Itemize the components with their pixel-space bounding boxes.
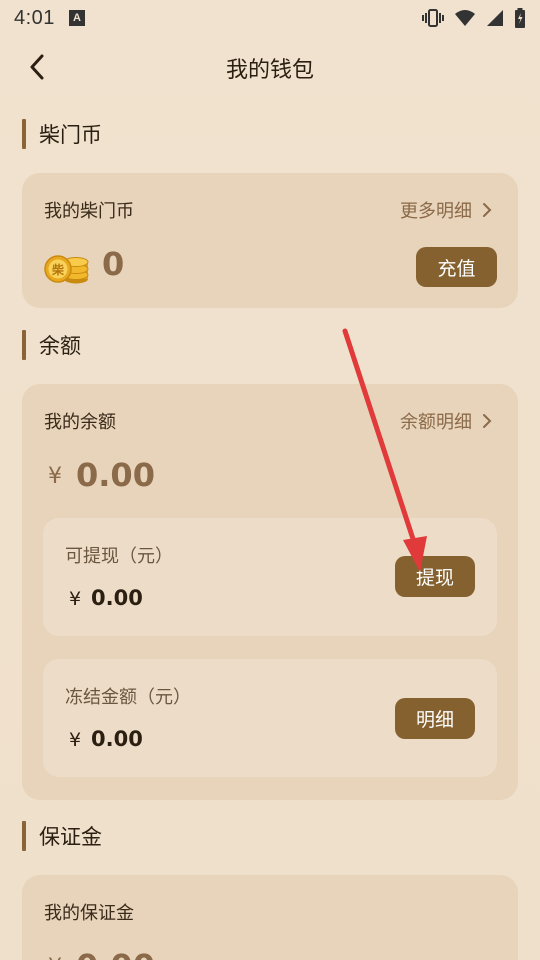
section-deposit-title: 保证金 — [39, 825, 102, 849]
withdrawable-card: 可提现（元） ¥ 0.00 提现 — [43, 518, 497, 636]
coins-more-details-label: 更多明细 — [400, 201, 472, 222]
frozen-label: 冻结金额（元） — [65, 687, 191, 708]
deposit-card: 我的保证金 ¥ 0.00 — [22, 875, 518, 960]
balance-currency: ¥ — [48, 464, 62, 489]
battery-icon — [515, 8, 525, 28]
recharge-button[interactable]: 充值 — [416, 247, 497, 287]
withdrawable-currency: ¥ — [69, 588, 82, 610]
wifi-icon — [455, 10, 475, 26]
status-bar: 4:01 A — [0, 0, 540, 36]
page-title: 我的钱包 — [225, 58, 314, 83]
balance-card-label: 我的余额 — [44, 412, 116, 433]
section-coins: 柴门币 — [22, 118, 102, 150]
coin-stack-icon: 柴 — [44, 255, 89, 284]
frozen-card: 冻结金额（元） ¥ 0.00 明细 — [43, 659, 497, 777]
status-time: 4:01 — [14, 6, 55, 29]
balance-card: 我的余额 余额明细 ¥ 0.00 可提现（元） ¥ 0.00 提现 冻结金额（元… — [22, 384, 518, 800]
frozen-currency: ¥ — [69, 729, 82, 751]
a-icon: A — [68, 10, 85, 26]
deposit-amount: 0.00 — [76, 947, 155, 960]
balance-details-label: 余额明细 — [400, 412, 472, 433]
withdraw-button[interactable]: 提现 — [395, 556, 475, 597]
section-bar — [22, 821, 26, 851]
section-bar — [22, 330, 26, 360]
balance-details-link[interactable]: 余额明细 — [400, 408, 492, 434]
deposit-currency: ¥ — [48, 955, 62, 960]
chevron-right-icon — [483, 203, 492, 217]
chevron-right-icon — [483, 414, 492, 428]
section-coins-title: 柴门币 — [39, 123, 102, 147]
section-bar — [22, 119, 26, 149]
withdrawable-amount: 0.00 — [91, 586, 143, 610]
deposit-card-label: 我的保证金 — [44, 903, 134, 924]
withdrawable-label: 可提现（元） — [65, 546, 173, 567]
frozen-details-button[interactable]: 明细 — [395, 698, 475, 739]
section-balance-title: 余额 — [39, 334, 81, 358]
vibrate-icon — [422, 9, 444, 27]
status-icons — [422, 8, 526, 28]
section-deposit: 保证金 — [22, 820, 102, 852]
frozen-amount: 0.00 — [91, 727, 143, 751]
signal-icon — [487, 10, 503, 26]
coins-amount: 0 — [102, 245, 125, 283]
coins-more-details-link[interactable]: 更多明细 — [400, 197, 492, 223]
balance-amount: 0.00 — [76, 456, 155, 494]
nav-bar: 我的钱包 — [0, 42, 540, 92]
coins-card-label: 我的柴门币 — [44, 201, 134, 222]
coins-card: 我的柴门币 更多明细 柴 0 充值 — [22, 173, 518, 308]
section-balance: 余额 — [22, 329, 81, 361]
svg-text:柴: 柴 — [51, 262, 65, 277]
